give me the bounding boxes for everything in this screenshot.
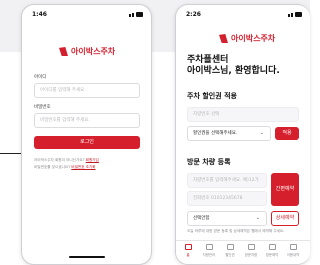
home-icon [184, 244, 192, 250]
password-input[interactable]: 비밀번호를 입력해 주세요. [34, 113, 140, 128]
home-indicator [68, 256, 105, 258]
tab-label: 차량관리 [202, 253, 216, 257]
apply-button[interactable]: 적용 [275, 127, 299, 140]
main-phone-screen: 2:26 아이박스주차 주차플센터 아이박스님, 환영합니다. 주차 할인권 적… [175, 4, 310, 265]
footnote: 오늘 하루에 대한 방문 등록 및 상세예약은 웹에서 예약해 주세요. [187, 229, 285, 233]
brand-logo-icon [219, 34, 228, 43]
tab-history[interactable]: 이용내역 [283, 244, 303, 257]
password-reset-link[interactable]: 비밀번호 초기화 [71, 165, 95, 169]
brand-logo: 아이박스주차 [59, 46, 115, 57]
tab-home[interactable]: 홈 [178, 244, 198, 257]
signup-notice-text: 아이박스주차 회원이 아니신가요? [34, 158, 85, 162]
quick-register-button[interactable]: 간편예약 [271, 173, 299, 206]
more-icon [289, 244, 297, 250]
chevron-down-icon: ⌄ [255, 215, 260, 221]
status-time: 2:26 [186, 11, 201, 18]
tab-label: 방문예약 [265, 253, 279, 257]
login-button[interactable]: 로그인 [34, 136, 140, 149]
id-input[interactable]: 아이디를 입력해 주세요. [34, 83, 140, 98]
tab-reservation[interactable]: 방문예약 [262, 244, 282, 257]
login-phone-screen: 1:46 아이박스주차 아이디 아이디를 입력해 주세요. 비밀번호 비밀번호를… [21, 4, 152, 265]
reset-notice-text: 비밀번호를 잊으셨나요? [34, 165, 71, 169]
tab-label: 이용내역 [286, 253, 300, 257]
signup-link[interactable]: 회원가입 [86, 158, 99, 162]
brand-logo: 아이박스주차 [219, 33, 275, 44]
detail-register-button[interactable]: 상세예약 [271, 211, 299, 226]
ticket-icon [226, 244, 234, 250]
signal-battery-icon [129, 12, 143, 17]
calendar-icon [268, 244, 276, 250]
signal-battery-icon [288, 12, 302, 17]
tab-discount[interactable]: 할인권 [220, 244, 240, 257]
brand-name: 아이박스주차 [71, 47, 116, 56]
discount-select-value: 할인권을 선택해주세요. [193, 131, 238, 136]
discount-section-title: 주차 할인권 적용 [187, 92, 237, 100]
signup-notice: 아이박스주차 회원이 아니신가요? 회원가입 [34, 158, 99, 163]
discount-select[interactable]: 할인권을 선택해주세요. ⌄ [187, 126, 271, 141]
tab-label: 홈 [186, 253, 190, 257]
reset-notice: 비밀번호를 잊으셨나요? 비밀번호 초기화 [34, 165, 96, 170]
tab-label: 할인권 [225, 253, 235, 257]
bottom-tab-bar: 홈 차량관리 할인권 방문차량 방문예약 이용내역 [176, 240, 310, 264]
tab-vehicle[interactable]: 차량관리 [199, 244, 219, 257]
option-select[interactable]: 선택안함 ⌄ [187, 211, 267, 226]
tab-visitor[interactable]: 방문차량 [241, 244, 261, 257]
status-time: 1:46 [32, 11, 47, 18]
car-icon [205, 244, 213, 250]
greeting-line-2: 아이박스님, 환영합니다. [187, 66, 280, 76]
brand-name: 아이박스주차 [231, 34, 276, 43]
status-bar: 1:46 [32, 11, 143, 19]
status-bar: 2:26 [186, 11, 302, 19]
password-label: 비밀번호 [34, 105, 51, 110]
brand-logo-icon [59, 47, 68, 56]
car-number-select[interactable]: 차량번호 선택 [187, 107, 299, 122]
chevron-down-icon: ⌄ [259, 130, 264, 136]
visitor-phone-input[interactable]: 전화번호 01012345678 [187, 191, 267, 206]
visitor-icon [247, 244, 255, 250]
id-label: 아이디 [34, 75, 47, 80]
greeting-line-1: 주차플센터 [187, 55, 229, 65]
visitor-section-title: 방문 차량 등록 [187, 158, 231, 166]
visitor-car-input[interactable]: 차량번호를 입력해주세요. 예)12가 [187, 173, 267, 188]
option-select-value: 선택안함 [193, 216, 210, 221]
tab-label: 방문차량 [244, 253, 258, 257]
